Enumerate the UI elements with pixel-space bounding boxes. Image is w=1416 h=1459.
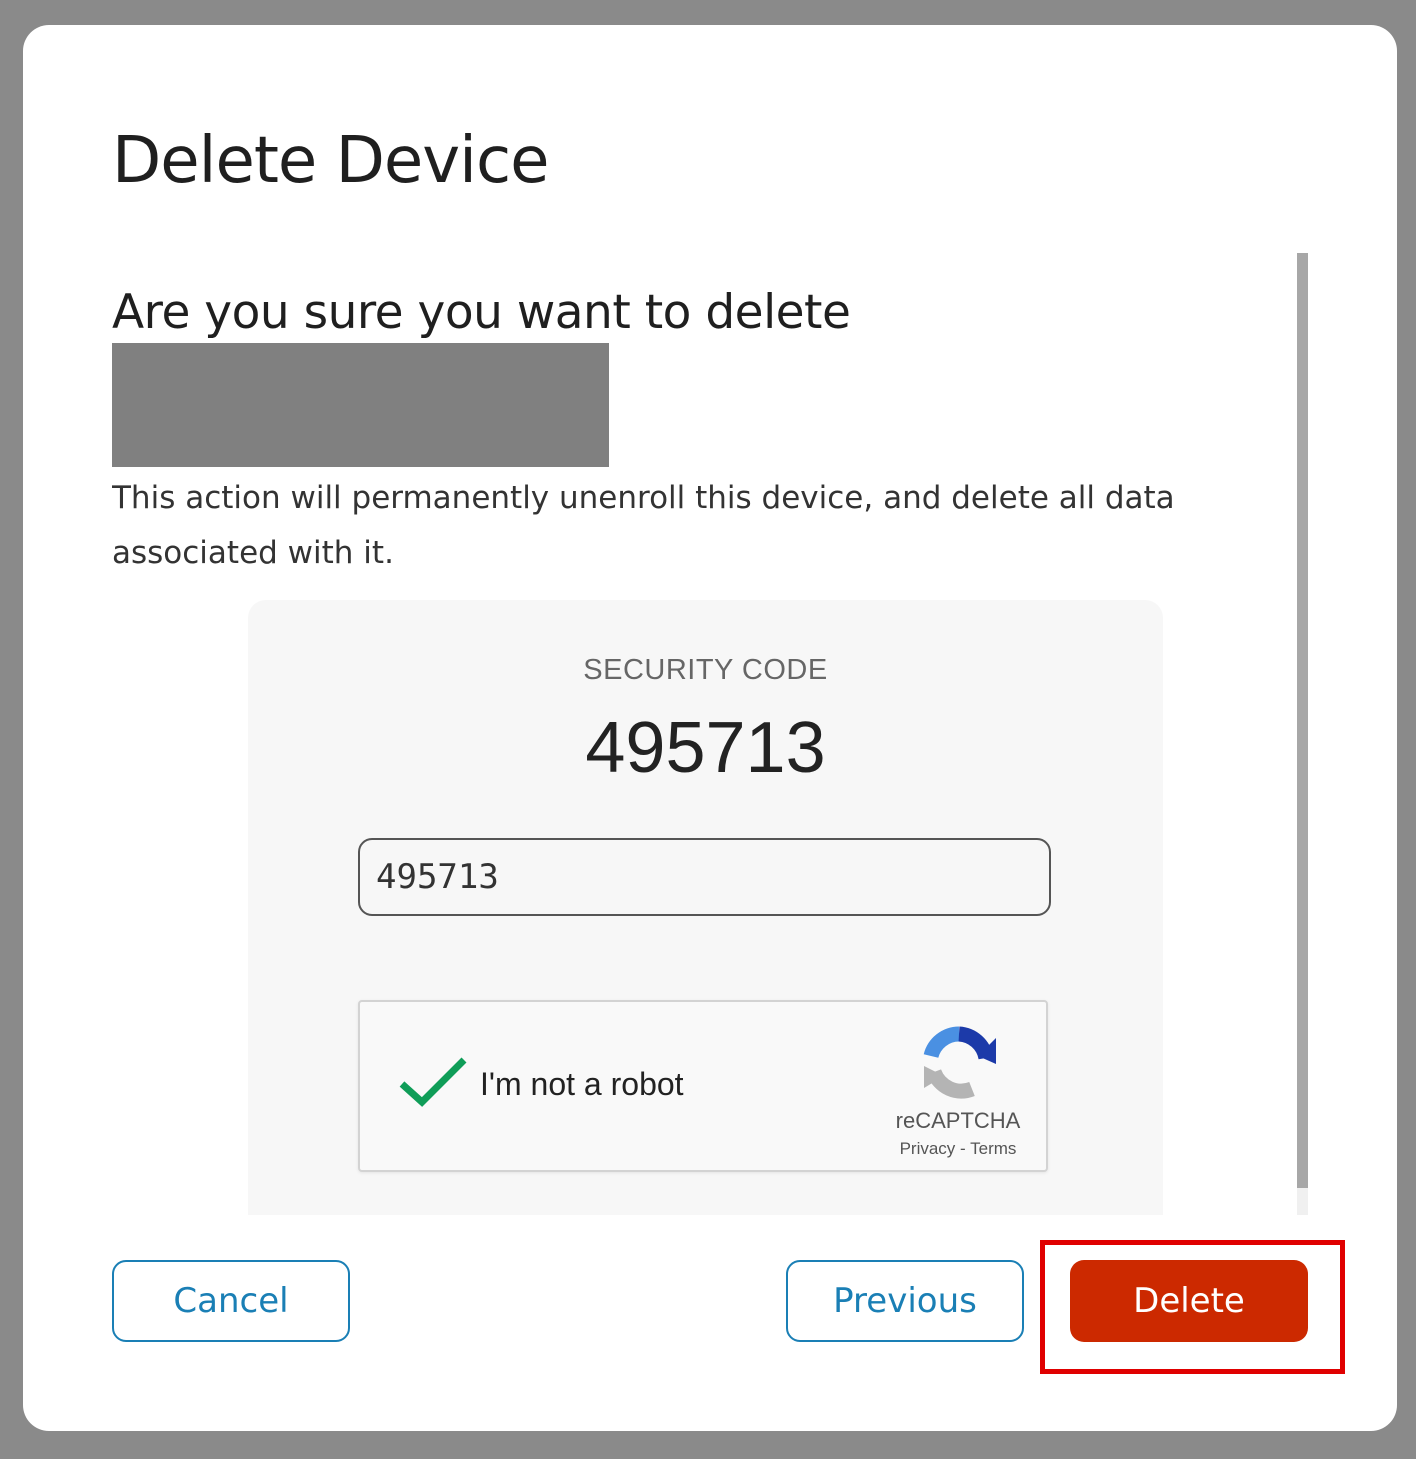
dialog-title: Delete Device <box>112 124 549 198</box>
recaptcha-label: I'm not a robot <box>480 1066 684 1102</box>
confirm-question: Are you sure you want to delete <box>112 285 851 340</box>
security-code-value: 495713 <box>585 708 826 788</box>
recaptcha-link-separator: - <box>955 1139 971 1158</box>
security-code-panel: SECURITY CODE 495713 I'm not a robot reC… <box>248 600 1163 1215</box>
security-code-label: SECURITY CODE <box>583 654 828 686</box>
recaptcha-terms-link[interactable]: Terms <box>970 1139 1016 1158</box>
recaptcha-privacy-link[interactable]: Privacy <box>900 1139 956 1158</box>
security-code-input[interactable] <box>358 838 1051 916</box>
redacted-device-name <box>112 343 609 467</box>
scrollbar-thumb[interactable] <box>1297 253 1308 1188</box>
recaptcha-widget: I'm not a robot reCAPTCHA Privacy - Term… <box>358 1000 1048 1172</box>
checkmark-icon[interactable] <box>398 1054 468 1110</box>
recaptcha-links: Privacy - Terms <box>860 1139 1056 1159</box>
delete-device-dialog: Delete Device Are you sure you want to d… <box>23 25 1397 1431</box>
delete-button[interactable]: Delete <box>1070 1260 1308 1342</box>
dialog-content: Are you sure you want to delete This act… <box>112 253 1312 1215</box>
delete-description: This action will permanently unenroll th… <box>112 480 1175 571</box>
previous-button[interactable]: Previous <box>786 1260 1024 1342</box>
cancel-button[interactable]: Cancel <box>112 1260 350 1342</box>
recaptcha-brand: reCAPTCHA <box>895 1108 1021 1133</box>
recaptcha-logo-icon <box>923 1026 996 1099</box>
dialog-scrollbar[interactable] <box>1297 253 1308 1215</box>
